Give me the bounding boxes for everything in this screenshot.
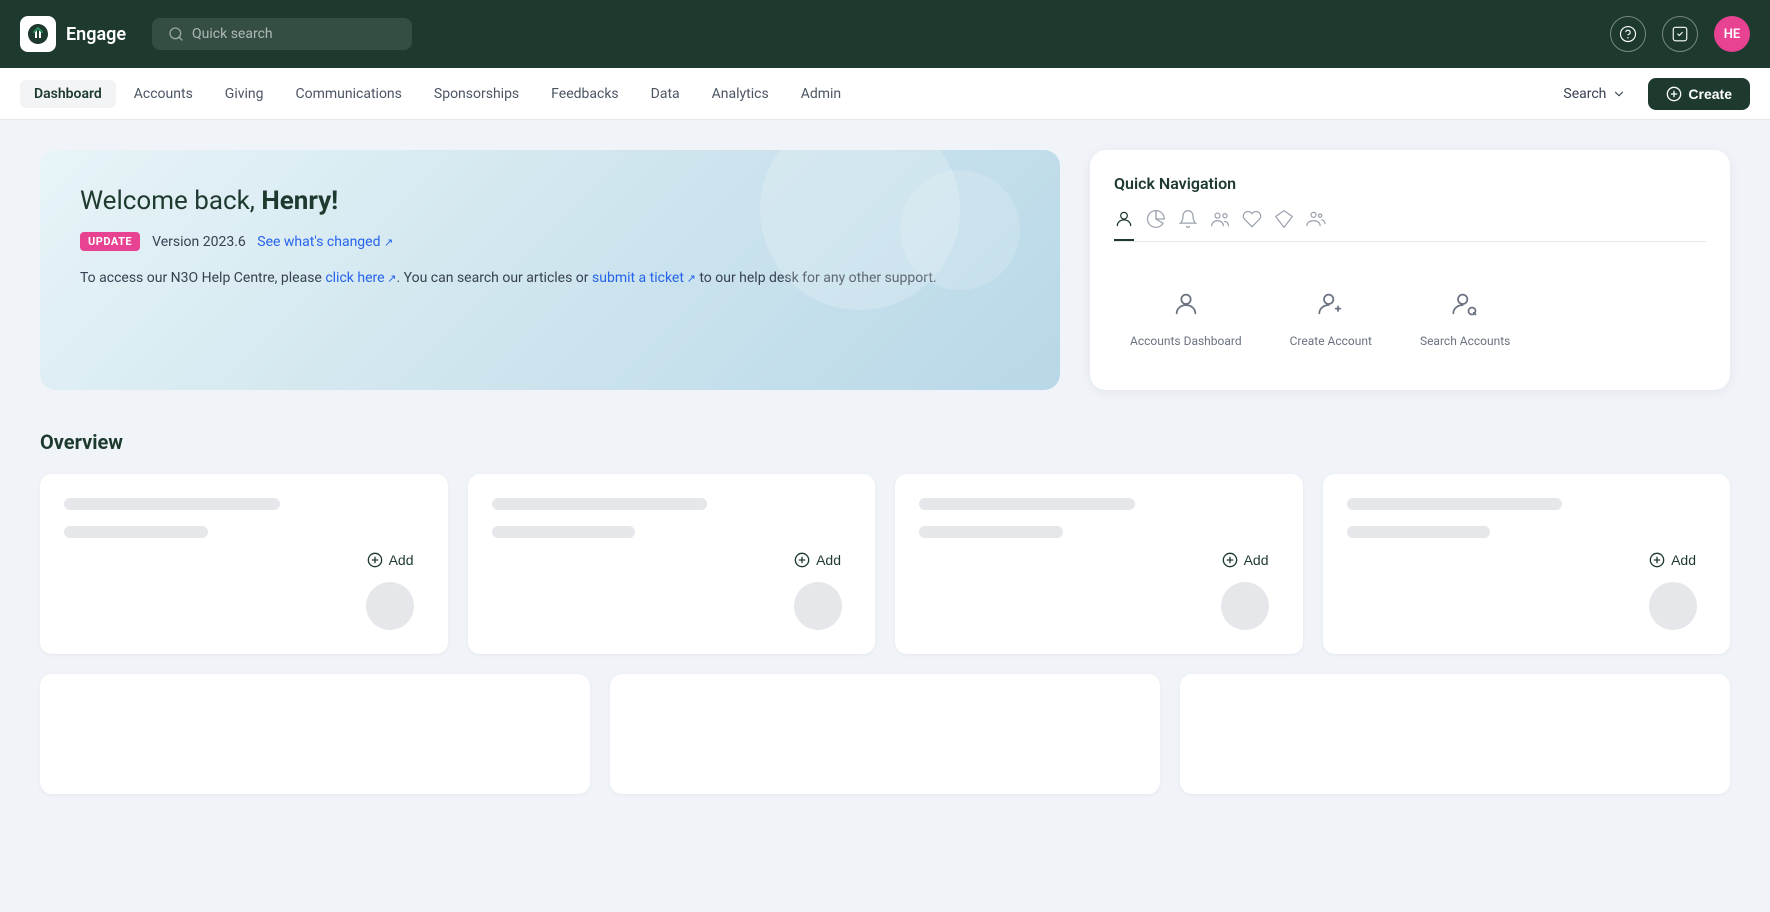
tab-data[interactable]: Data <box>637 80 694 108</box>
person-icon <box>1114 209 1134 229</box>
skeleton-circle <box>366 582 414 630</box>
quick-nav-tab-data[interactable] <box>1274 209 1294 241</box>
update-badge: UPDATE <box>80 232 140 251</box>
overview-card-1: Add <box>40 474 448 654</box>
tab-analytics[interactable]: Analytics <box>698 80 783 108</box>
add-button-4[interactable]: Add <box>1639 546 1706 574</box>
see-whats-changed-link[interactable]: See what's changed ↗ <box>257 234 393 250</box>
skeleton-line <box>492 526 636 538</box>
overview-bottom-cards <box>40 674 1730 794</box>
overview-card-2: Add <box>468 474 876 654</box>
nav-right: HE <box>1610 16 1750 52</box>
plus-circle-icon <box>367 552 383 568</box>
skeleton-circle <box>1649 582 1697 630</box>
accounts-dashboard-label: Accounts Dashboard <box>1130 334 1242 350</box>
search-placeholder: Quick search <box>192 26 273 42</box>
admin-icon <box>1306 209 1326 229</box>
create-account-icon <box>1309 282 1353 326</box>
quick-nav-tab-feedbacks[interactable] <box>1242 209 1262 241</box>
accounts-dashboard-icon <box>1164 282 1208 326</box>
skeleton-line <box>492 498 708 510</box>
logo-icon <box>20 16 56 52</box>
help-text: To access our N3O Help Centre, please cl… <box>80 267 1020 289</box>
search-accounts-icon <box>1443 282 1487 326</box>
quick-nav-items: Accounts Dashboard Create Account <box>1114 266 1706 366</box>
quick-nav-item-accounts-dashboard[interactable]: Accounts Dashboard <box>1114 266 1258 366</box>
nav-tabs: Dashboard Accounts Giving Communications… <box>20 80 1553 108</box>
welcome-section: Welcome back, Henry! UPDATE Version 2023… <box>40 150 1730 390</box>
people-icon <box>1210 209 1230 229</box>
plus-circle-icon <box>1649 552 1665 568</box>
submit-ticket-link[interactable]: submit a ticket ↗ <box>592 270 696 286</box>
welcome-card: Welcome back, Henry! UPDATE Version 2023… <box>40 150 1060 390</box>
external-link-icon: ↗ <box>384 236 393 249</box>
quick-nav-title: Quick Navigation <box>1114 174 1706 193</box>
app-name: Engage <box>66 24 126 45</box>
skeleton-line <box>64 526 208 538</box>
quick-nav-tabs <box>1114 209 1706 242</box>
tab-communications[interactable]: Communications <box>282 80 416 108</box>
top-navigation: Engage Quick search HE <box>0 0 1770 68</box>
skeleton-line <box>64 498 280 510</box>
add-button-2[interactable]: Add <box>784 546 851 574</box>
overview-card-4: Add <box>1323 474 1731 654</box>
quick-navigation-panel: Quick Navigation <box>1090 150 1730 390</box>
overview-title: Overview <box>40 430 1730 454</box>
skeleton-line <box>1347 498 1563 510</box>
add-button-3[interactable]: Add <box>1212 546 1279 574</box>
tab-accounts[interactable]: Accounts <box>120 80 207 108</box>
quick-nav-tab-giving[interactable] <box>1146 209 1166 241</box>
plus-circle-icon <box>1222 552 1238 568</box>
quick-nav-tab-admin[interactable] <box>1306 209 1326 241</box>
bell-icon <box>1178 209 1198 229</box>
welcome-title: Welcome back, Henry! <box>80 186 1020 216</box>
quick-nav-item-search-accounts[interactable]: Search Accounts <box>1404 266 1526 366</box>
logo-area[interactable]: Engage <box>20 16 126 52</box>
user-avatar[interactable]: HE <box>1714 16 1750 52</box>
click-here-link[interactable]: click here ↗ <box>325 270 396 286</box>
overview-bottom-card-3 <box>1180 674 1730 794</box>
skeleton-line <box>919 498 1135 510</box>
search-icon <box>168 26 184 42</box>
skeleton-circle <box>794 582 842 630</box>
secondary-navigation: Dashboard Accounts Giving Communications… <box>0 68 1770 120</box>
skeleton-line <box>1347 526 1491 538</box>
checkmark-icon <box>1671 25 1689 43</box>
chevron-down-icon <box>1612 87 1626 101</box>
version-info: UPDATE Version 2023.6 See what's changed… <box>80 232 1020 251</box>
quick-nav-tab-accounts[interactable] <box>1114 209 1134 241</box>
plus-circle-icon <box>1666 86 1682 102</box>
skeleton-circle <box>1221 582 1269 630</box>
add-button-1[interactable]: Add <box>357 546 424 574</box>
quick-nav-item-create-account[interactable]: Create Account <box>1274 266 1388 366</box>
create-account-label: Create Account <box>1290 334 1372 350</box>
pie-chart-icon <box>1146 209 1166 229</box>
skeleton-line <box>919 526 1063 538</box>
overview-cards-row: Add <box>40 474 1730 654</box>
overview-section: Overview <box>40 430 1730 794</box>
sec-nav-right: Search Create <box>1553 78 1750 110</box>
overview-bottom-card-2 <box>610 674 1160 794</box>
tab-feedbacks[interactable]: Feedbacks <box>537 80 632 108</box>
global-search[interactable]: Quick search <box>152 18 412 50</box>
create-button[interactable]: Create <box>1648 78 1750 110</box>
quick-nav-tab-comms[interactable] <box>1178 209 1198 241</box>
diamond-icon <box>1274 209 1294 229</box>
notifications-button[interactable] <box>1662 16 1698 52</box>
help-icon <box>1619 25 1637 43</box>
main-content: Welcome back, Henry! UPDATE Version 2023… <box>0 120 1770 912</box>
plus-circle-icon <box>794 552 810 568</box>
tab-sponsorships[interactable]: Sponsorships <box>420 80 533 108</box>
quick-nav-tab-sponsorships[interactable] <box>1210 209 1230 241</box>
search-accounts-label: Search Accounts <box>1420 334 1510 350</box>
overview-bottom-card-1 <box>40 674 590 794</box>
tab-dashboard[interactable]: Dashboard <box>20 80 116 108</box>
search-button[interactable]: Search <box>1553 80 1636 108</box>
tab-giving[interactable]: Giving <box>211 80 278 108</box>
tab-admin[interactable]: Admin <box>787 80 855 108</box>
heart-icon <box>1242 209 1262 229</box>
overview-card-3: Add <box>895 474 1303 654</box>
help-button[interactable] <box>1610 16 1646 52</box>
